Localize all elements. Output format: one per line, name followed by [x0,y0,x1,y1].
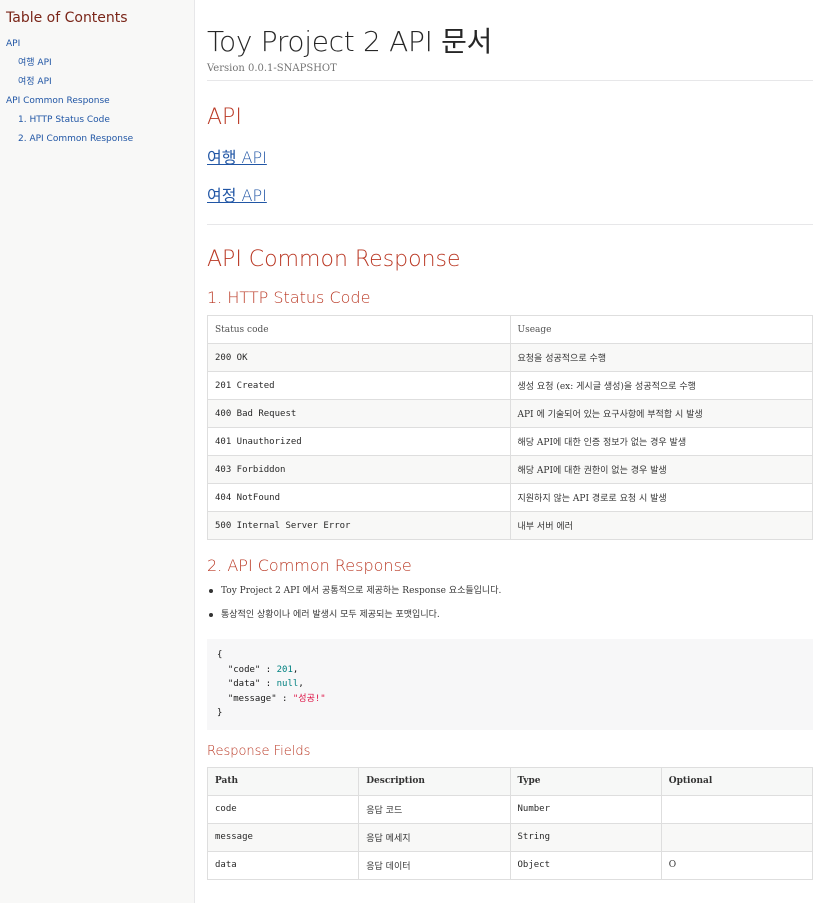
usage-cell: 지원하지 않는 API 경로로 요청 시 발생 [509,483,813,512]
column-header: Status code [207,315,511,344]
table-row: 404 NotFound 지원하지 않는 API 경로로 요청 시 발생 [207,483,813,512]
toc-link-common-response[interactable]: API Common Response [6,96,110,106]
travel-api-heading: 여행 API [207,144,813,168]
status-code-cell: 403 Forbiddon [207,455,511,484]
usage-cell: 해당 API에 대한 인증 정보가 없는 경우 발생 [509,427,813,456]
travel-api-link[interactable]: 여행 API [207,144,267,168]
code-value: "성공!" [292,693,326,704]
table-header-row: Path Description Type Optional [206,766,814,796]
code-key: "message" [227,693,277,704]
optional-cell [660,822,814,852]
table-row: 201 Created 생성 요청 (ex: 게시글 생성)을 성공적으로 수행 [207,371,813,400]
column-header: Type [509,766,662,796]
description-cell: 응답 데이터 [358,850,511,880]
code-key: "data" [227,679,261,689]
toc-item: 여행 API [6,52,188,71]
column-header: Path [206,766,360,796]
column-header: Optional [660,766,814,796]
table-row: data 응답 데이터 Object O [206,850,814,880]
status-code-cell: 404 NotFound [207,483,511,512]
path-cell: code [206,794,360,824]
status-code-cell: 500 Internal Server Error [207,511,511,540]
toc-link-itinerary-api[interactable]: 여정 API [18,77,52,87]
version-label: Version 0.0.1-SNAPSHOT [207,63,813,81]
status-code-cell: 401 Unauthorized [207,427,511,456]
itinerary-api-link[interactable]: 여정 API [207,182,267,206]
optional-cell: O [660,850,814,880]
code-value: null [276,679,299,689]
toc-title: Table of Contents [6,10,128,26]
table-row: code 응답 코드 Number [206,794,814,824]
path-cell: message [206,822,360,852]
section-api-title: API [207,105,242,130]
table-row: 401 Unauthorized 해당 API에 대한 인증 정보가 없는 경우… [207,427,813,456]
description-cell: 응답 코드 [358,794,511,824]
toc-item: API [6,33,188,52]
toc-link-api[interactable]: API [6,39,20,49]
code-value: 201 [276,664,293,675]
toc-list: API 여행 API 여정 API API Common Response 1.… [6,33,188,147]
code-key: "code" [227,664,261,675]
status-code-cell: 201 Created [207,371,511,400]
http-status-table: Status code Useage 200 OK 요청을 성공적으로 수행 2… [207,315,813,540]
type-cell: Object [509,850,662,880]
toc-item: 1. HTTP Status Code [6,109,188,128]
main-content: Toy Project 2 API 문서 Version 0.0.1-SNAPS… [206,0,814,880]
http-status-title: 1. HTTP Status Code [207,288,371,307]
table-row: message 응답 메세지 String [206,822,814,852]
usage-cell: 내부 서버 에러 [509,511,813,540]
description-cell: 응답 메세지 [358,822,511,852]
optional-cell [660,794,814,824]
type-cell: Number [509,794,662,824]
column-header: Description [358,766,511,796]
toc-item: API Common Response [6,90,188,109]
path-cell: data [206,850,360,880]
section-common-response-title: API Common Response [207,247,461,272]
toc-item: 2. API Common Response [6,128,188,147]
list-item: 통상적인 상황이나 에러 발생시 모두 제공되는 포맷입니다. [209,603,813,627]
column-header: Useage [509,315,813,344]
status-code-cell: 400 Bad Request [207,399,511,428]
table-row: 200 OK 요청을 성공적으로 수행 [207,343,813,372]
code-token: { [217,650,223,660]
table-row: 500 Internal Server Error 내부 서버 에러 [207,511,813,540]
status-code-cell: 200 OK [207,343,511,372]
response-fields-title: Response Fields [207,743,311,759]
toc-sidebar: Table of Contents API 여행 API 여정 API API … [0,0,195,903]
table-row: 403 Forbiddon 해당 API에 대한 권한이 없는 경우 발생 [207,455,813,484]
section-divider [207,224,813,225]
page-title: Toy Project 2 API 문서 [207,25,493,58]
list-item: Toy Project 2 API 에서 공통적으로 제공하는 Response… [209,579,813,603]
usage-cell: 생성 요청 (ex: 게시글 생성)을 성공적으로 수행 [509,371,813,400]
api-common-response-title: 2. API Common Response [207,556,412,575]
usage-cell: 요청을 성공적으로 수행 [509,343,813,372]
type-cell: String [509,822,662,852]
response-notes-list: Toy Project 2 API 에서 공통적으로 제공하는 Response… [207,579,813,627]
usage-cell: 해당 API에 대한 권한이 없는 경우 발생 [509,455,813,484]
table-row: 400 Bad Request API 에 기술되어 있는 요구사항에 부적합 … [207,399,813,428]
code-token: } [217,708,223,718]
toc-link-api-common-response[interactable]: 2. API Common Response [18,134,133,144]
toc-link-travel-api[interactable]: 여행 API [18,58,52,68]
json-code-block: { "code" : 201, "data" : null, "message"… [207,639,813,730]
toc-link-http-status[interactable]: 1. HTTP Status Code [18,115,110,125]
toc-item: 여정 API [6,71,188,90]
response-fields-table: Path Description Type Optional code 응답 코… [206,766,814,880]
usage-cell: API 에 기술되어 있는 요구사항에 부적합 시 발생 [509,399,813,428]
table-header-row: Status code Useage [207,315,813,344]
itinerary-api-heading: 여정 API [207,182,813,206]
